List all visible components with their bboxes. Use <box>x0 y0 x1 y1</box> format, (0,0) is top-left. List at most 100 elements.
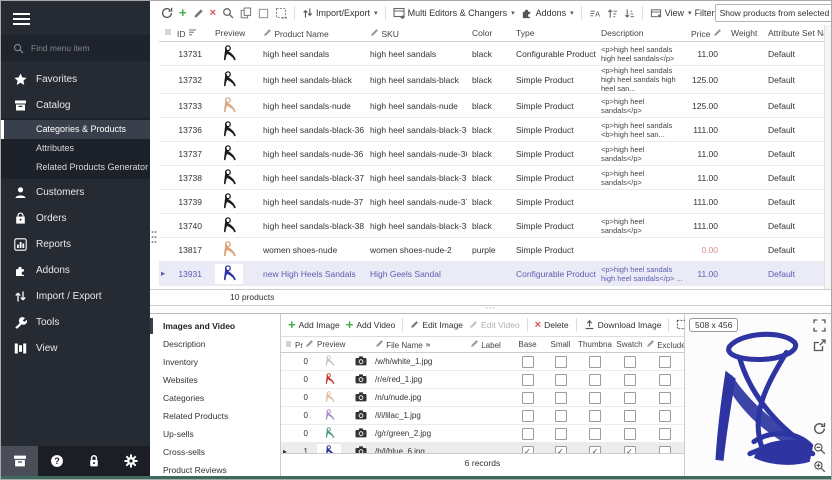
product-row-13732[interactable]: 13732high heel sandals-blackhigh heel sa… <box>159 66 825 94</box>
multi-editors-button[interactable]: Multi Editors & Changers▾ <box>390 4 518 22</box>
thumbnail-checkbox[interactable] <box>589 356 601 368</box>
sidebar-item-view[interactable]: View <box>1 335 150 361</box>
thumbnail-checkbox[interactable] <box>589 392 601 404</box>
zoom-in-icon[interactable] <box>813 460 827 474</box>
tab-images-and-video[interactable]: Images and Video <box>150 317 280 335</box>
sidebar-item-reports[interactable]: Reports <box>1 231 150 257</box>
edit-product-button[interactable] <box>190 4 207 22</box>
sidebar-item-favorites[interactable]: Favorites <box>1 66 150 92</box>
col-header-product-name[interactable]: Product Name <box>258 25 365 42</box>
small-checkbox[interactable] <box>555 410 567 422</box>
add-image-button[interactable]: +Add Image <box>285 316 343 334</box>
small-checkbox[interactable] <box>555 374 567 386</box>
col-header-label[interactable]: Label <box>466 337 511 353</box>
col-header-base[interactable]: Base <box>511 337 544 353</box>
sidebar-item-import-export[interactable]: Import / Export <box>1 283 150 309</box>
col-header-preview[interactable]: Preview <box>210 25 258 42</box>
sidebar-item-related-products-generator[interactable]: Related Products Generator <box>1 158 150 177</box>
open-external-icon[interactable] <box>813 339 827 353</box>
col-header-color[interactable]: Color <box>467 25 511 42</box>
rotate-icon[interactable] <box>813 422 827 436</box>
base-checkbox[interactable] <box>522 410 534 422</box>
product-row-13733[interactable]: 13733high heel sandals-nudehigh heel san… <box>159 94 825 118</box>
col-header-small[interactable]: Small <box>544 337 577 353</box>
base-checkbox[interactable] <box>522 428 534 440</box>
tab-related-products[interactable]: Related Products <box>150 407 280 425</box>
filter-select[interactable]: Show products from selected categories ▾ <box>715 4 832 22</box>
col-header-type[interactable]: Type <box>511 25 596 42</box>
base-checkbox[interactable] <box>522 392 534 404</box>
col-header-id[interactable]: ID <box>172 25 210 42</box>
move-up-button[interactable] <box>604 4 621 22</box>
product-row-13737[interactable]: 13737high heel sandals-nude-36high heel … <box>159 142 825 166</box>
small-checkbox[interactable] <box>555 356 567 368</box>
exclude-checkbox[interactable] <box>659 428 671 440</box>
image-row-l-i-lilac-1-jpg[interactable]: 0/l/i/lilac_1.jpg <box>281 407 684 425</box>
download-image-button[interactable]: Download Image <box>581 316 665 334</box>
move-down-button[interactable] <box>621 4 638 22</box>
help-icon[interactable]: ? <box>42 446 72 476</box>
exclude-checkbox[interactable] <box>659 356 671 368</box>
product-row-13817[interactable]: 13817women shoes-nudewomen shoes-nude-2p… <box>159 238 825 262</box>
sidebar-item-catalog[interactable]: Catalog <box>1 92 150 118</box>
import-export-button[interactable]: Import/Export▾ <box>299 4 381 22</box>
tab-cross-sells[interactable]: Cross-sells <box>150 443 280 461</box>
add-video-button[interactable]: +Add Video <box>343 316 399 334</box>
exclude-checkbox[interactable] <box>659 374 671 386</box>
col-header-price[interactable]: Price <box>686 25 726 42</box>
sidebar-item-tools[interactable]: Tools <box>1 309 150 335</box>
product-row-13931[interactable]: ▸13931new High Heels SandalsHigh Geels S… <box>159 262 825 286</box>
col-header-sku[interactable]: SKU <box>365 25 467 42</box>
hamburger-menu-button[interactable] <box>1 1 150 35</box>
search-products-button[interactable] <box>219 4 237 22</box>
refresh-button[interactable] <box>158 4 176 22</box>
col-header-attribute-set-name[interactable]: Attribute Set Name <box>763 25 825 42</box>
delete-product-button[interactable]: × <box>207 4 219 22</box>
image-row-r-e-red-1-jpg[interactable]: 0/r/e/red_1.jpg <box>281 371 684 389</box>
base-checkbox[interactable] <box>522 374 534 386</box>
addons-button[interactable]: Addons▾ <box>518 4 577 22</box>
sidebar-item-attributes[interactable]: Attributes <box>1 139 150 158</box>
exclude-checkbox[interactable] <box>659 392 671 404</box>
small-checkbox[interactable] <box>555 428 567 440</box>
checkbox-select-button[interactable] <box>255 4 272 22</box>
gear-icon[interactable] <box>116 446 146 476</box>
tab-inventory[interactable]: Inventory <box>150 353 280 371</box>
fullscreen-icon[interactable] <box>813 319 827 333</box>
small-checkbox[interactable] <box>555 392 567 404</box>
menu-search-input[interactable]: Find menu item <box>1 35 150 61</box>
col-header-options[interactable] <box>159 25 172 42</box>
swatch-checkbox[interactable] <box>624 356 636 368</box>
image-row-n-u-nude-jpg[interactable]: 0/n/u/nude.jpg <box>281 389 684 407</box>
swatch-checkbox[interactable] <box>624 428 636 440</box>
delete-button[interactable]: ×Delete <box>532 316 572 334</box>
swatch-checkbox[interactable] <box>624 392 636 404</box>
tab-categories[interactable]: Categories <box>150 389 280 407</box>
exclude-checkbox[interactable] <box>659 410 671 422</box>
col-header-swatch[interactable]: Swatch <box>613 337 646 353</box>
col-header-exclude[interactable]: Exclude <box>646 337 684 353</box>
product-row-13731[interactable]: 13731high heel sandalshigh heel sandalsb… <box>159 42 825 66</box>
select-special-button[interactable] <box>272 4 290 22</box>
product-row-13740[interactable]: 13740high heel sandals-black-38high heel… <box>159 214 825 238</box>
base-checkbox[interactable] <box>522 356 534 368</box>
col-header-options[interactable] <box>281 337 291 353</box>
sidebar-item-customers[interactable]: Customers <box>1 179 150 205</box>
store-icon[interactable] <box>1 446 38 476</box>
tab-up-sells[interactable]: Up-sells <box>150 425 280 443</box>
thumbnail-checkbox[interactable] <box>589 428 601 440</box>
col-header-thumbna[interactable]: Thumbna <box>577 337 613 353</box>
view-button[interactable]: View▾ <box>647 4 695 22</box>
thumbnail-checkbox[interactable] <box>589 374 601 386</box>
sort-alpha-button[interactable]: A <box>586 4 604 22</box>
sidebar-item-orders[interactable]: Orders <box>1 205 150 231</box>
col-header-image[interactable] <box>351 337 371 353</box>
product-row-13739[interactable]: 13739high heel sandals-nude-37high heel … <box>159 190 825 214</box>
thumbnail-checkbox[interactable] <box>589 410 601 422</box>
edit-image-button[interactable]: Edit Image <box>407 316 466 334</box>
copy-button[interactable] <box>237 4 255 22</box>
product-row-13738[interactable]: 13738high heel sandals-black-37high heel… <box>159 166 825 190</box>
tab-websites[interactable]: Websites <box>150 371 280 389</box>
vertical-scrollbar[interactable] <box>824 25 831 289</box>
col-header-description[interactable]: Description <box>596 25 686 42</box>
